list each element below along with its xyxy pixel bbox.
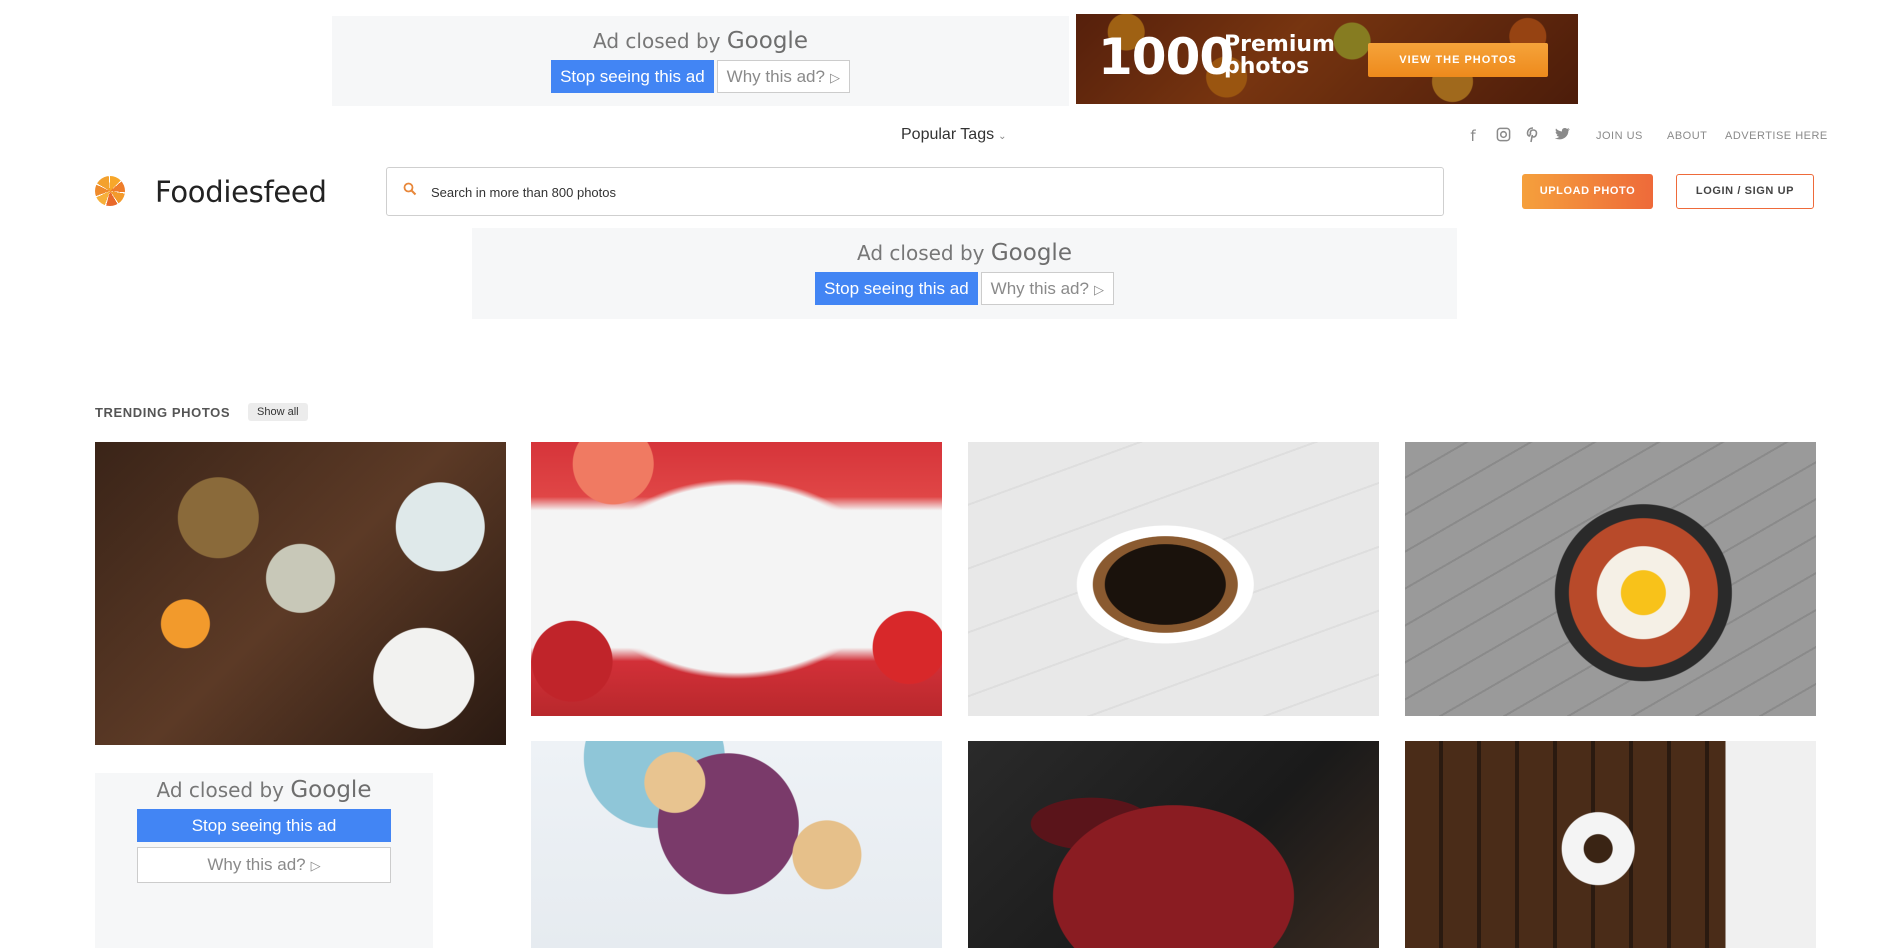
advertise-here-link[interactable]: ADVERTISE HERE <box>1725 130 1828 142</box>
popular-tags-menu[interactable]: Popular Tags ⌄ <box>901 126 1007 144</box>
search-input[interactable] <box>431 178 1331 206</box>
ad-closed-text: Ad closed by Google <box>857 240 1072 266</box>
why-this-ad-button[interactable]: Why this ad? ▷ <box>716 60 850 93</box>
stop-seeing-ad-button[interactable]: Stop seeing this ad <box>815 272 978 305</box>
photo-toasts-plate[interactable] <box>531 741 942 948</box>
sidebar-ad-closed: Ad closed by Google Stop seeing this ad … <box>95 773 433 948</box>
view-photos-button[interactable]: VIEW THE PHOTOS <box>1368 43 1548 77</box>
ad-closed-text: Ad closed by Google <box>156 777 372 803</box>
play-triangle-icon: ▷ <box>829 70 840 85</box>
chevron-down-icon: ⌄ <box>998 131 1007 142</box>
trending-photos-title: TRENDING PHOTOS <box>95 405 231 420</box>
foodiesfeed-logo-icon[interactable] <box>95 176 125 206</box>
instagram-icon[interactable] <box>1494 127 1512 145</box>
middle-ad-closed: Ad closed by Google Stop seeing this ad … <box>472 228 1457 319</box>
premium-photos-banner[interactable]: 1000 Premium photos VIEW THE PHOTOS <box>1076 14 1578 104</box>
show-all-button[interactable]: Show all <box>248 403 308 421</box>
ad-closed-text: Ad closed by Google <box>593 28 808 54</box>
facebook-icon[interactable]: f <box>1464 127 1482 145</box>
banner-number: 1000 <box>1098 28 1234 86</box>
join-us-link[interactable]: JOIN US <box>1596 130 1643 142</box>
play-triangle-icon: ▷ <box>1093 282 1104 297</box>
play-triangle-icon: ▷ <box>310 858 321 873</box>
logo-text[interactable]: Foodiesfeed <box>155 175 327 209</box>
about-link[interactable]: ABOUT <box>1667 130 1707 142</box>
twitter-icon[interactable] <box>1554 127 1572 145</box>
banner-headline: Premium photos <box>1224 32 1335 79</box>
photo-raw-steak[interactable] <box>968 741 1379 948</box>
upload-photo-button[interactable]: UPLOAD PHOTO <box>1522 174 1653 209</box>
stop-seeing-ad-button[interactable]: Stop seeing this ad <box>551 60 714 93</box>
why-this-ad-button[interactable]: Why this ad? ▷ <box>137 847 391 883</box>
photo-table-spread[interactable] <box>95 442 506 745</box>
stop-seeing-ad-button[interactable]: Stop seeing this ad <box>137 809 391 842</box>
photo-egg-skillet[interactable] <box>1405 442 1816 716</box>
top-ad-closed: Ad closed by Google Stop seeing this ad … <box>332 16 1069 106</box>
pinterest-icon[interactable] <box>1524 127 1542 145</box>
photo-red-fruits-frame[interactable] <box>531 442 942 716</box>
login-signup-button[interactable]: LOGIN / SIGN UP <box>1676 174 1814 209</box>
search-bar <box>386 167 1444 216</box>
photo-smiley-coffee[interactable] <box>968 442 1379 716</box>
search-icon[interactable] <box>403 182 417 199</box>
why-this-ad-button[interactable]: Why this ad? ▷ <box>980 272 1114 305</box>
photo-espresso-wood-table[interactable] <box>1405 741 1816 948</box>
